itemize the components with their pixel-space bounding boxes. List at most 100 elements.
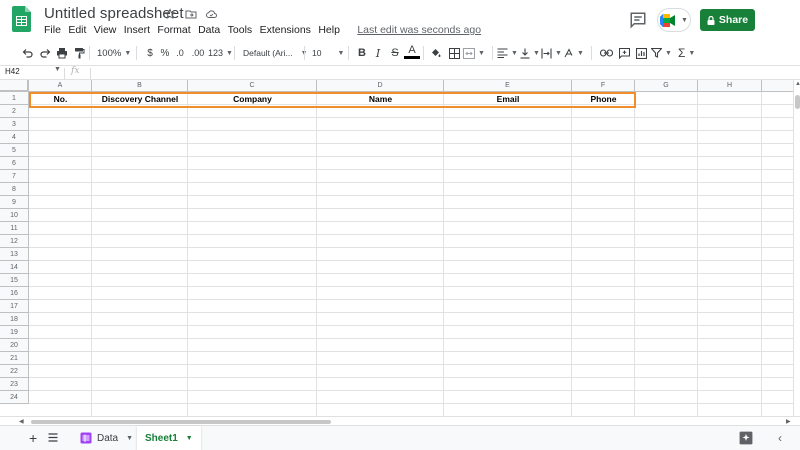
row-header-12[interactable]: 12 bbox=[0, 235, 29, 248]
row-header-19[interactable]: 19 bbox=[0, 326, 29, 339]
column-header-g[interactable]: G bbox=[635, 80, 698, 92]
menu-view[interactable]: View bbox=[94, 24, 117, 36]
row-header-9[interactable]: 9 bbox=[0, 196, 29, 209]
row-header-2[interactable]: 2 bbox=[0, 105, 29, 118]
fill-color-icon[interactable] bbox=[428, 44, 444, 62]
row-header-1[interactable]: 1 bbox=[0, 92, 29, 105]
increase-decimal-button[interactable]: .00 bbox=[190, 44, 206, 62]
horizontal-scrollbar[interactable]: ◀ ▶ bbox=[0, 416, 800, 425]
header-cell-a1[interactable]: No. bbox=[29, 93, 92, 106]
header-cell-e1[interactable]: Email bbox=[444, 93, 572, 106]
row-header-18[interactable]: 18 bbox=[0, 313, 29, 326]
text-wrapping-icon[interactable]: ▼ bbox=[541, 44, 562, 62]
currency-format-button[interactable]: $ bbox=[142, 44, 158, 62]
column-header-a[interactable]: A bbox=[29, 80, 92, 92]
meet-button[interactable]: ▼ bbox=[657, 8, 691, 32]
row-header-17[interactable]: 17 bbox=[0, 300, 29, 313]
menu-help[interactable]: Help bbox=[318, 24, 340, 36]
insert-chart-icon[interactable] bbox=[633, 44, 649, 62]
print-icon[interactable] bbox=[54, 44, 70, 62]
paint-format-icon[interactable] bbox=[71, 44, 87, 62]
folder-move-icon[interactable] bbox=[183, 6, 198, 21]
percent-format-button[interactable]: % bbox=[157, 44, 173, 62]
row-header-8[interactable]: 8 bbox=[0, 183, 29, 196]
insert-comment-icon[interactable] bbox=[616, 44, 632, 62]
comment-history-icon[interactable] bbox=[629, 11, 647, 29]
zoom-select[interactable]: 100% ▼ bbox=[97, 44, 131, 62]
row-header-20[interactable]: 20 bbox=[0, 339, 29, 352]
star-icon[interactable] bbox=[162, 6, 177, 21]
header-cell-f1[interactable]: Phone bbox=[572, 93, 635, 106]
row-header-16[interactable]: 16 bbox=[0, 287, 29, 300]
cloud-status-icon[interactable] bbox=[204, 6, 219, 21]
all-sheets-icon[interactable] bbox=[48, 433, 58, 442]
menu-file[interactable]: File bbox=[44, 24, 61, 36]
sheets-logo-icon[interactable] bbox=[12, 6, 31, 32]
menu-data[interactable]: Data bbox=[198, 24, 220, 36]
vertical-align-icon[interactable]: ▼ bbox=[520, 44, 540, 62]
merge-cells-icon[interactable]: ▼ bbox=[463, 44, 485, 62]
functions-button[interactable]: Σ ▼ bbox=[678, 44, 695, 62]
header-cell-d1[interactable]: Name bbox=[317, 93, 444, 106]
row-header-6[interactable]: 6 bbox=[0, 157, 29, 170]
column-header-d[interactable]: D bbox=[317, 80, 444, 92]
menu-tools[interactable]: Tools bbox=[228, 24, 253, 36]
collapse-side-panel-icon[interactable]: ‹ bbox=[778, 431, 782, 445]
insert-link-icon[interactable] bbox=[598, 44, 614, 62]
column-header-c[interactable]: C bbox=[188, 80, 317, 92]
more-formats-button[interactable]: 123 ▼ bbox=[208, 44, 233, 62]
vertical-scrollbar[interactable]: ▲ bbox=[793, 80, 800, 416]
row-header-3[interactable]: 3 bbox=[0, 118, 29, 131]
row-header-13[interactable]: 13 bbox=[0, 248, 29, 261]
column-header-b[interactable]: B bbox=[92, 80, 188, 92]
text-color-button[interactable]: A bbox=[404, 44, 420, 59]
column-header-e[interactable]: E bbox=[444, 80, 572, 92]
row-header-4[interactable]: 4 bbox=[0, 131, 29, 144]
scroll-left-icon[interactable]: ◀ bbox=[19, 418, 24, 425]
row-header-5[interactable]: 5 bbox=[0, 144, 29, 157]
sheet-tab-sheet1[interactable]: Sheet1 ▼ bbox=[137, 426, 201, 450]
name-box[interactable]: H42 bbox=[5, 67, 20, 76]
row-header-14[interactable]: 14 bbox=[0, 261, 29, 274]
header-cell-c1[interactable]: Company bbox=[188, 93, 317, 106]
strikethrough-button[interactable]: S bbox=[387, 44, 403, 62]
filter-icon[interactable]: ▼ bbox=[651, 44, 672, 62]
explore-icon[interactable] bbox=[739, 431, 753, 445]
select-all-corner[interactable] bbox=[0, 80, 29, 92]
menu-insert[interactable]: Insert bbox=[124, 24, 150, 36]
menu-extensions[interactable]: Extensions bbox=[260, 24, 311, 36]
font-family-select[interactable]: Default (Ari...▼ bbox=[243, 44, 308, 62]
decrease-decimal-button[interactable]: .0 bbox=[172, 44, 188, 62]
chevron-down-icon[interactable]: ▼ bbox=[54, 66, 61, 73]
horizontal-scroll-thumb[interactable] bbox=[31, 420, 331, 424]
row-header-7[interactable]: 7 bbox=[0, 170, 29, 183]
header-cell-b1[interactable]: Discovery Channel bbox=[92, 93, 188, 106]
horizontal-align-icon[interactable]: ▼ bbox=[497, 44, 518, 62]
menu-edit[interactable]: Edit bbox=[68, 24, 86, 36]
text-rotation-icon[interactable]: ▼ bbox=[563, 44, 584, 62]
row-header-10[interactable]: 10 bbox=[0, 209, 29, 222]
row-header-21[interactable]: 21 bbox=[0, 352, 29, 365]
borders-icon[interactable] bbox=[446, 44, 462, 62]
scroll-up-icon[interactable]: ▲ bbox=[795, 81, 800, 87]
sheet-tab-data[interactable]: Data ▼ bbox=[72, 426, 141, 450]
row-header-11[interactable]: 11 bbox=[0, 222, 29, 235]
share-button[interactable]: Share bbox=[700, 9, 755, 31]
italic-button[interactable]: I bbox=[370, 44, 386, 62]
menu-format[interactable]: Format bbox=[157, 24, 190, 36]
spreadsheet-grid[interactable]: ABCDEFGH 1 2 3 4 5 6 7 8 9 10 11 12 13 14 15 16 17 18 19 20… bbox=[0, 80, 793, 416]
redo-icon[interactable] bbox=[37, 44, 53, 62]
font-size-select[interactable]: 10 ▼ bbox=[312, 44, 344, 62]
row-header-22[interactable]: 22 bbox=[0, 365, 29, 378]
row-header-24[interactable]: 24 bbox=[0, 391, 29, 404]
column-header-f[interactable]: F bbox=[572, 80, 635, 92]
column-header-h[interactable]: H bbox=[698, 80, 762, 92]
row-header-23[interactable]: 23 bbox=[0, 378, 29, 391]
last-edit-link[interactable]: Last edit was seconds ago bbox=[357, 24, 481, 36]
bold-button[interactable]: B bbox=[354, 44, 370, 62]
add-sheet-button[interactable]: + bbox=[29, 430, 37, 446]
undo-icon[interactable] bbox=[20, 44, 36, 62]
row-header-15[interactable]: 15 bbox=[0, 274, 29, 287]
scroll-right-icon[interactable]: ▶ bbox=[786, 418, 791, 425]
vertical-scroll-thumb[interactable] bbox=[795, 95, 800, 109]
